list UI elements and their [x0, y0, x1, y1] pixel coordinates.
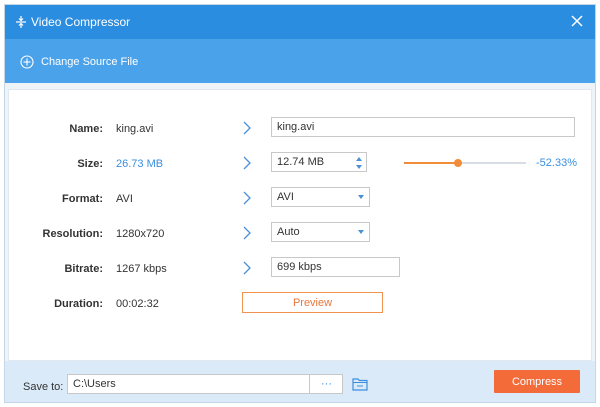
- format-selected-value: AVI: [277, 191, 294, 203]
- plus-circle-icon: [20, 55, 34, 69]
- resolution-selected-value: Auto: [277, 226, 300, 238]
- close-icon[interactable]: [569, 13, 585, 29]
- chevron-right-icon: [243, 121, 251, 135]
- duration-label: Duration:: [54, 298, 103, 310]
- size-output-text: 12.74 MB: [277, 156, 325, 168]
- name-output-text: king.avi: [277, 121, 315, 133]
- source-bar: Change Source File: [5, 39, 595, 83]
- size-percent-change: -52.33%: [536, 157, 577, 169]
- size-slider-thumb[interactable]: [453, 159, 462, 167]
- format-select[interactable]: AVI: [271, 187, 370, 207]
- settings-panel: Name: king.avi king.avi Size: 26.73 MB 1…: [8, 89, 592, 361]
- bitrate-label: Bitrate:: [64, 263, 103, 275]
- chevron-right-icon: [243, 261, 251, 275]
- folder-icon[interactable]: [351, 375, 369, 393]
- title-bar: Video Compressor: [5, 5, 595, 39]
- name-label: Name:: [69, 123, 103, 135]
- save-to-label: Save to:: [23, 381, 64, 393]
- chevron-down-icon: [358, 195, 364, 199]
- name-output-input[interactable]: king.avi: [271, 117, 575, 137]
- name-original-value: king.avi: [116, 123, 154, 135]
- chevron-right-icon: [243, 226, 251, 240]
- change-source-file-button[interactable]: Change Source File: [20, 53, 138, 71]
- compress-icon: [16, 16, 26, 28]
- resolution-original-value: 1280x720: [116, 228, 165, 240]
- chevron-right-icon: [243, 156, 251, 170]
- resolution-select[interactable]: Auto: [271, 222, 370, 242]
- size-output-stepper[interactable]: 12.74 MB: [271, 152, 367, 172]
- size-slider-fill: [404, 162, 458, 164]
- format-original-value: AVI: [116, 193, 133, 205]
- change-source-label: Change Source File: [41, 56, 139, 68]
- browse-button[interactable]: ···: [309, 374, 343, 394]
- preview-button[interactable]: Preview: [242, 292, 383, 313]
- format-label: Format:: [62, 193, 103, 205]
- size-slider[interactable]: [404, 159, 526, 167]
- duration-value: 00:02:32: [116, 298, 159, 310]
- video-compressor-window: Video Compressor Change Source File Name…: [4, 4, 596, 403]
- bitrate-input[interactable]: 699 kbps: [271, 257, 400, 277]
- save-path-text: C:\Users: [73, 378, 116, 390]
- size-original-value: 26.73 MB: [116, 158, 164, 170]
- size-label: Size:: [77, 158, 103, 170]
- bitrate-output-text: 699 kbps: [277, 261, 322, 273]
- bitrate-original-value: 1267 kbps: [116, 263, 167, 275]
- chevron-down-icon: [358, 230, 364, 234]
- chevron-right-icon: [243, 191, 251, 205]
- footer-bar: Save to: C:\Users ··· Compress: [5, 361, 595, 402]
- stepper-arrows-icon[interactable]: [354, 155, 364, 171]
- window-title: Video Compressor: [31, 15, 131, 29]
- compress-button[interactable]: Compress: [494, 370, 580, 393]
- resolution-label: Resolution:: [42, 228, 104, 240]
- save-path-input[interactable]: C:\Users: [67, 374, 343, 394]
